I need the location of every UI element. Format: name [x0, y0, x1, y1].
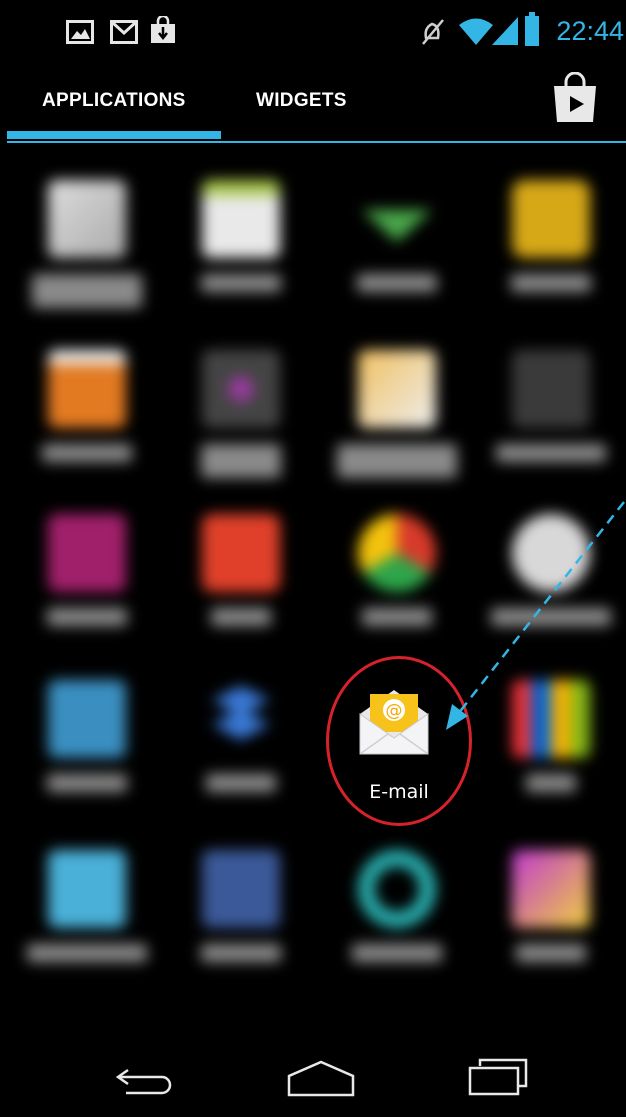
tab-applications[interactable]: APPLICATIONS	[42, 90, 186, 112]
app-item[interactable]	[12, 350, 162, 462]
home-icon[interactable]	[286, 1058, 356, 1098]
app-label	[516, 944, 586, 962]
app-item[interactable]	[166, 850, 316, 962]
app-item[interactable]	[476, 514, 626, 626]
app-icon	[202, 180, 280, 258]
app-label	[32, 274, 142, 308]
app-label	[526, 774, 576, 792]
email-app[interactable]: @ E-mail	[326, 656, 472, 826]
clock: 22:44	[556, 16, 624, 46]
app-label	[491, 608, 611, 626]
app-label	[362, 608, 432, 626]
app-label	[47, 608, 127, 626]
image-icon	[66, 20, 94, 49]
app-label	[42, 444, 132, 462]
wifi-icon	[458, 16, 494, 51]
app-icon	[48, 514, 126, 592]
app-grid	[0, 150, 626, 1020]
app-label	[47, 774, 127, 792]
app-label	[496, 444, 606, 462]
app-item[interactable]	[476, 850, 626, 962]
app-icon	[512, 514, 590, 592]
email-envelope-icon: @	[354, 684, 434, 760]
status-bar: 22:44	[0, 0, 626, 66]
app-icon	[358, 850, 436, 928]
app-icon	[48, 680, 126, 758]
app-item[interactable]	[322, 514, 472, 626]
app-icon	[512, 680, 590, 758]
app-icon	[512, 180, 590, 258]
app-label	[201, 944, 281, 962]
app-item[interactable]	[166, 180, 316, 292]
svg-text:@: @	[386, 701, 403, 721]
app-item[interactable]	[12, 850, 162, 962]
signal-icon	[490, 16, 520, 51]
navigation-bar	[0, 1040, 626, 1117]
app-item[interactable]	[476, 350, 626, 462]
tab-widgets[interactable]: WIDGETS	[256, 90, 347, 112]
app-label	[201, 444, 281, 478]
back-icon[interactable]	[112, 1058, 182, 1098]
tab-selected-indicator	[7, 131, 221, 139]
app-label	[206, 774, 276, 792]
store-download-icon	[150, 14, 176, 49]
app-item[interactable]	[12, 180, 162, 308]
app-item[interactable]	[476, 180, 626, 292]
recent-apps-icon[interactable]	[462, 1058, 532, 1098]
app-item[interactable]	[322, 350, 472, 478]
app-label	[337, 444, 457, 478]
play-store-icon[interactable]	[550, 71, 600, 124]
app-item[interactable]	[166, 680, 316, 792]
app-item[interactable]	[12, 680, 162, 792]
app-label	[27, 944, 147, 962]
app-icon	[358, 514, 436, 592]
app-item[interactable]	[166, 350, 316, 478]
app-icon	[202, 514, 280, 592]
email-app-label: E-mail	[369, 781, 429, 803]
app-item[interactable]	[12, 514, 162, 626]
tab-divider	[7, 141, 626, 143]
app-icon	[202, 850, 280, 928]
app-icon	[202, 350, 280, 428]
gmail-icon	[110, 20, 138, 49]
app-icon	[358, 350, 436, 428]
app-icon	[48, 350, 126, 428]
app-icon	[358, 180, 436, 258]
app-icon	[512, 350, 590, 428]
battery-icon	[524, 12, 540, 51]
app-item[interactable]	[322, 850, 472, 962]
app-item[interactable]	[476, 680, 626, 792]
app-label	[201, 274, 281, 292]
app-label	[357, 274, 437, 292]
app-icon	[48, 180, 126, 258]
app-item[interactable]	[166, 514, 316, 626]
app-label	[352, 944, 442, 962]
app-icon	[48, 850, 126, 928]
app-label	[511, 274, 591, 292]
app-icon	[512, 850, 590, 928]
app-label	[211, 608, 271, 626]
app-item[interactable]	[322, 180, 472, 292]
mute-icon	[420, 18, 446, 51]
app-icon	[202, 680, 280, 758]
